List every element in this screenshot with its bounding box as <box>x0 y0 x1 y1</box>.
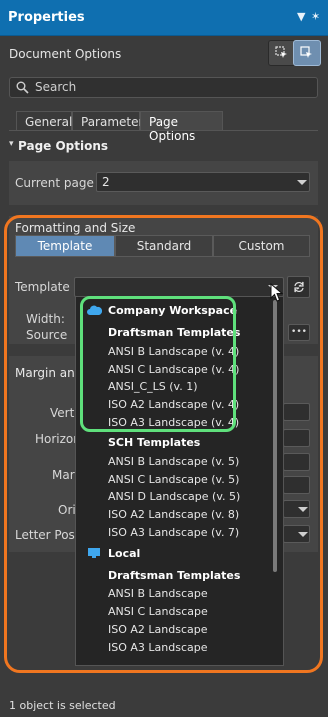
header-local-draftsman-templates: Draftsman Templates <box>108 569 241 582</box>
chevron-down-icon <box>297 180 307 185</box>
list-item[interactable]: ISO A2 Landscape (v. 8) <box>108 508 239 521</box>
pointer-filter-button[interactable] <box>293 40 321 66</box>
list-item[interactable]: ANSI C Landscape (v. 5) <box>108 473 239 486</box>
list-item[interactable]: ANSI D Landscape (v. 5) <box>108 490 240 503</box>
search-icon <box>16 81 29 94</box>
tab-general[interactable]: General <box>16 111 72 130</box>
tabs-divider <box>9 130 318 131</box>
company-workspace-highlight-frame <box>80 296 236 432</box>
computer-icon <box>88 548 100 558</box>
current-page-label: Current page <box>15 176 94 190</box>
tab-page-options[interactable]: Page Options <box>140 111 223 143</box>
dropdown-menu-icon[interactable]: ▼ <box>297 10 305 23</box>
list-item[interactable]: ISO A3 Landscape (v. 7) <box>108 526 239 539</box>
status-text: 1 object is selected <box>9 699 116 712</box>
list-item[interactable]: ISO A2 Landscape <box>108 623 208 636</box>
current-page-value: 2 <box>102 175 110 189</box>
dropdown-scrollbar[interactable] <box>273 300 277 572</box>
filter-select-icon <box>275 46 287 58</box>
group-local: Local <box>108 547 141 560</box>
selection-filter-button[interactable] <box>268 40 296 66</box>
page-options-header: Page Options <box>18 139 109 153</box>
current-page-combo[interactable] <box>96 172 310 192</box>
tab-parameters[interactable]: Parameters <box>72 111 150 130</box>
document-options-label: Document Options <box>9 47 122 61</box>
mouse-cursor-icon <box>270 283 284 302</box>
pin-icon[interactable]: ✶ <box>311 10 320 23</box>
window-title: Properties <box>8 10 85 25</box>
list-item[interactable]: ANSI B Landscape (v. 5) <box>108 455 239 468</box>
collapse-icon[interactable]: ▾ <box>9 139 14 149</box>
list-item[interactable]: ANSI B Landscape <box>108 587 208 600</box>
list-item[interactable]: ANSI C Landscape <box>108 605 208 618</box>
filter-pointer-icon <box>300 46 312 58</box>
list-item[interactable]: ISO A3 Landscape <box>108 641 208 654</box>
search-placeholder: Search <box>35 80 77 94</box>
header-sch-templates: SCH Templates <box>108 436 201 449</box>
